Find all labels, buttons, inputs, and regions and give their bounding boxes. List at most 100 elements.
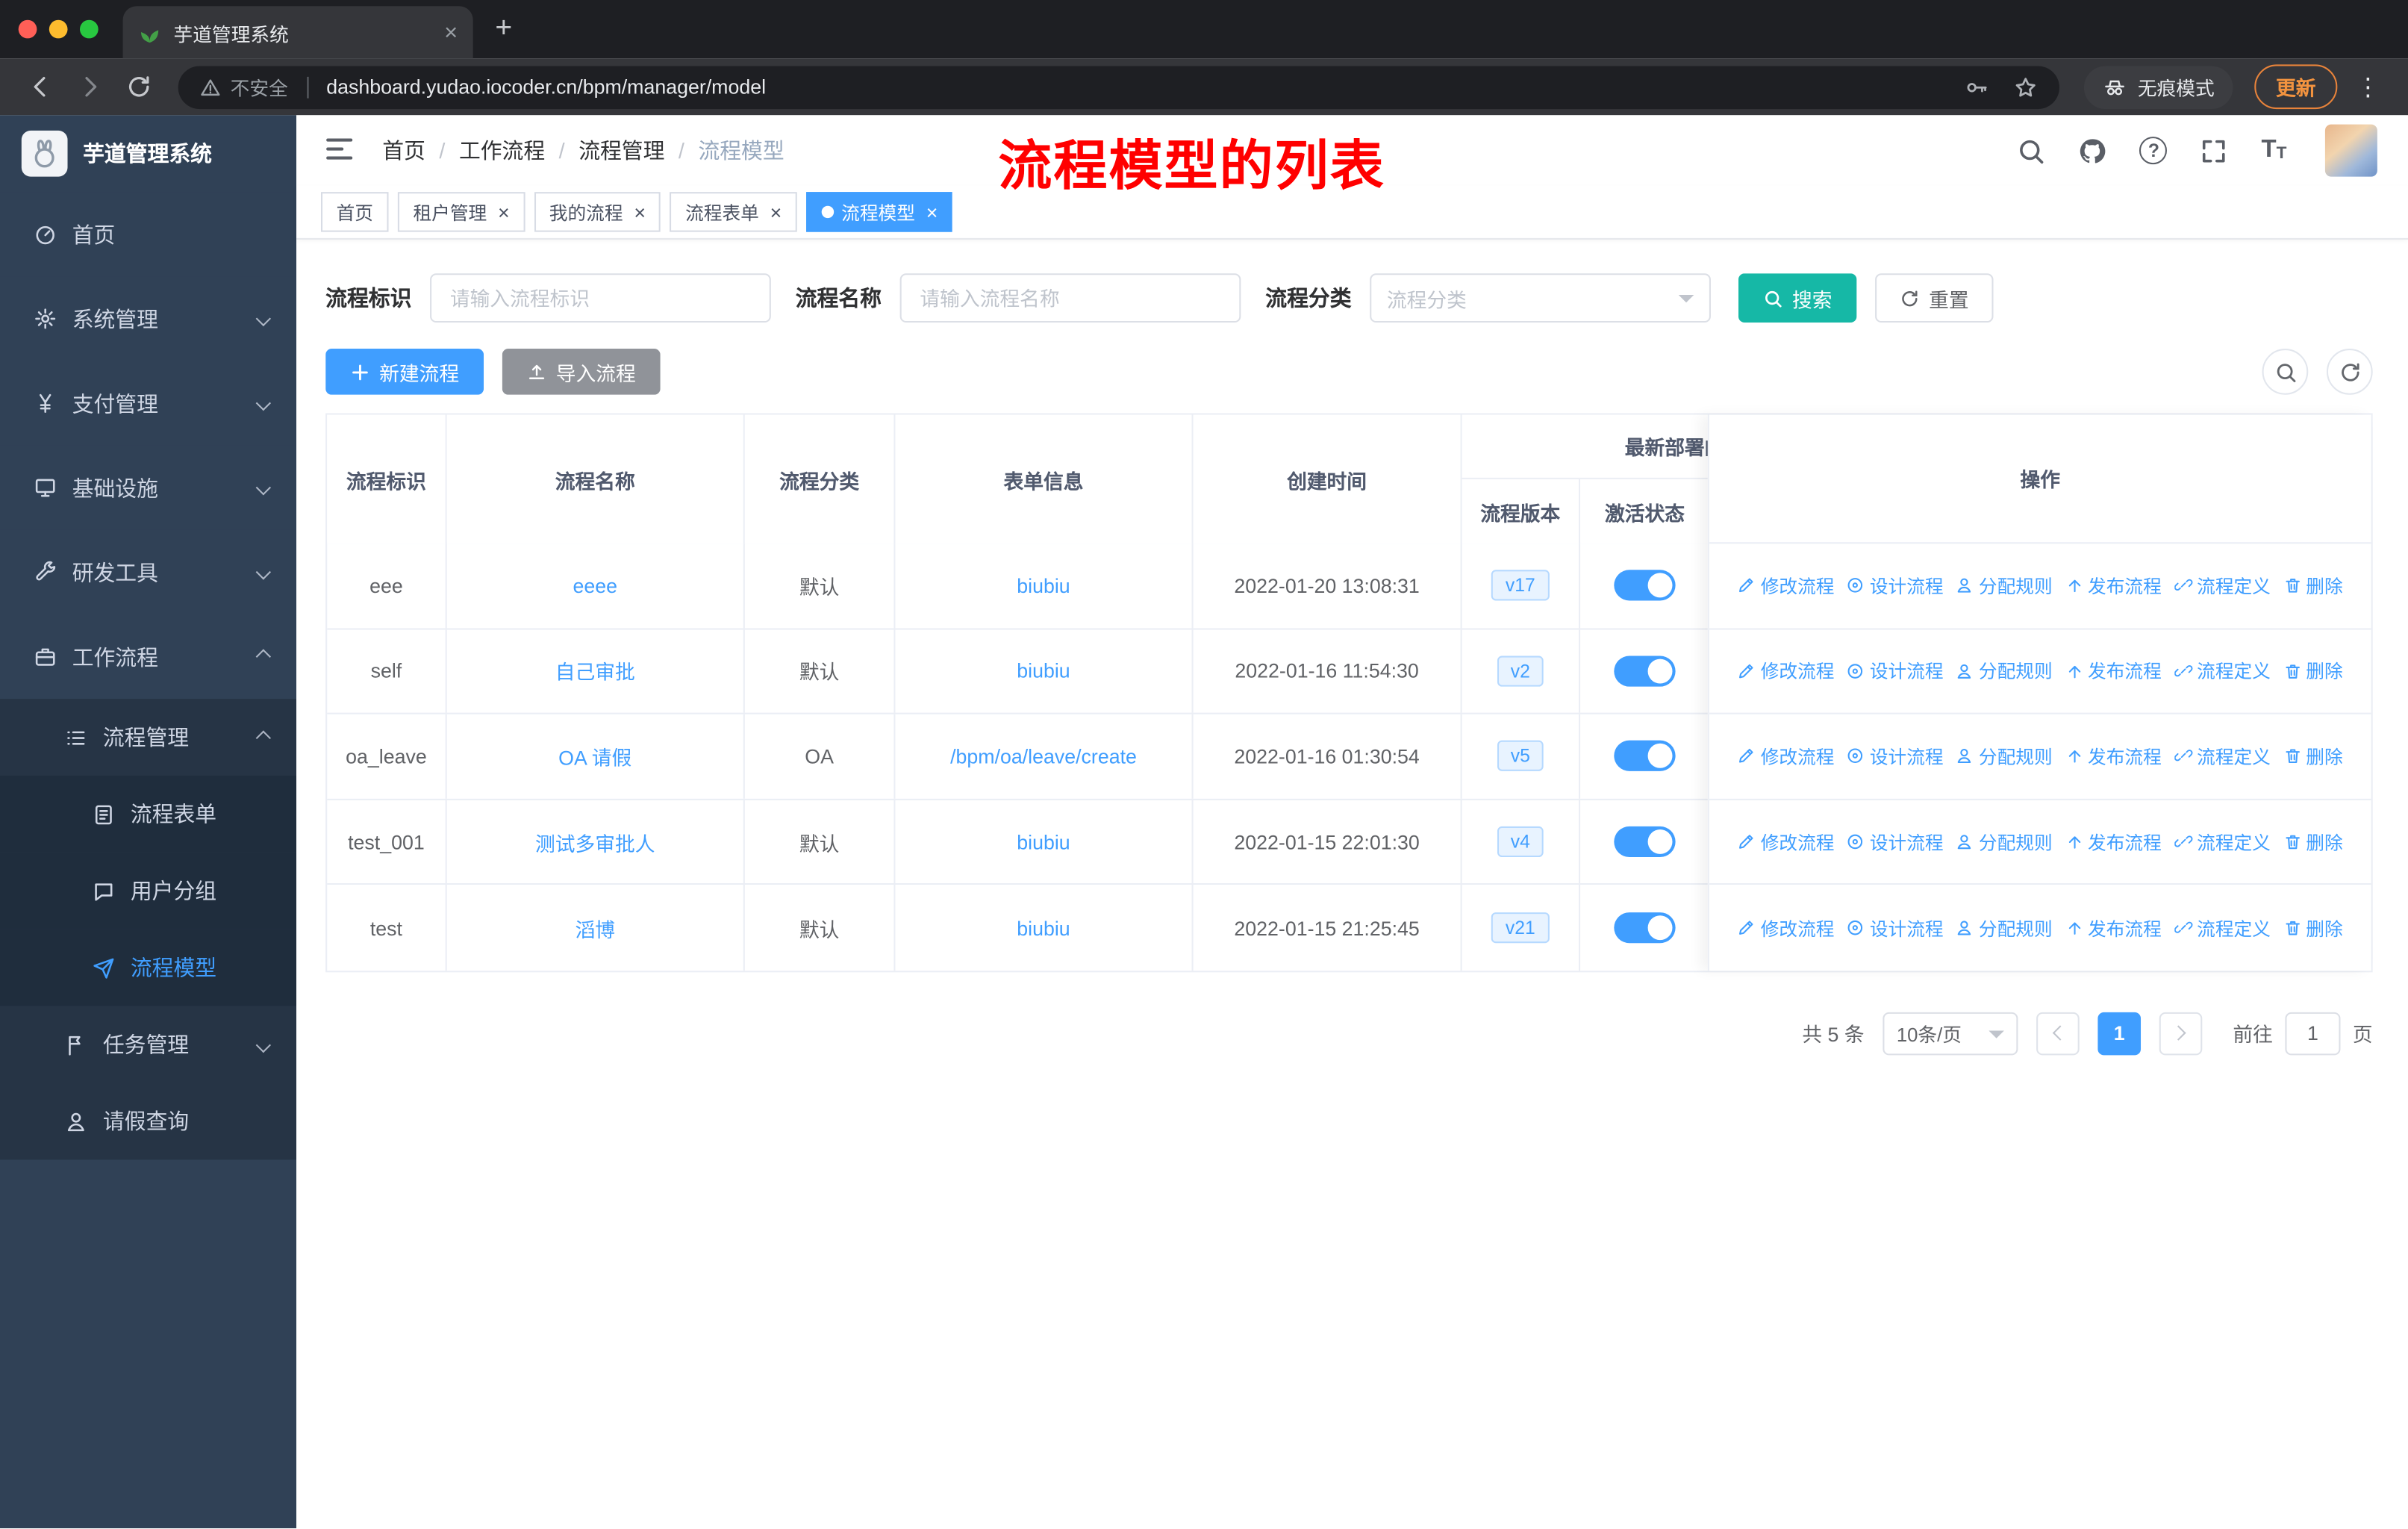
delete-row-link[interactable]: 删除	[2283, 573, 2343, 599]
form-info-link[interactable]: /bpm/oa/leave/create	[950, 745, 1137, 768]
design-process-link[interactable]: 设计流程	[1847, 744, 1944, 770]
sidebar-item-dev-tools[interactable]: 研发工具	[0, 529, 297, 614]
assign-rule-link[interactable]: 分配规则	[1956, 915, 2053, 941]
modify-process-link[interactable]: 修改流程	[1738, 658, 1835, 684]
active-toggle[interactable]	[1614, 570, 1676, 602]
modify-process-link[interactable]: 修改流程	[1738, 915, 1835, 941]
design-process-link[interactable]: 设计流程	[1847, 658, 1944, 684]
help-icon[interactable]: ?	[2139, 137, 2168, 165]
process-definition-link[interactable]: 流程定义	[2174, 658, 2271, 684]
form-info-link[interactable]: biubiu	[1017, 659, 1070, 682]
form-info-link[interactable]: biubiu	[1017, 574, 1070, 597]
process-name-link[interactable]: OA 请假	[558, 742, 631, 771]
delete-row-link[interactable]: 删除	[2283, 658, 2343, 684]
process-name-link[interactable]: 自己审批	[555, 656, 635, 685]
browser-menu-icon[interactable]: ⋮	[2344, 72, 2390, 102]
process-definition-link[interactable]: 流程定义	[2174, 573, 2271, 599]
key-icon[interactable]	[1964, 75, 1989, 99]
toggle-search-button[interactable]	[2262, 349, 2309, 395]
delete-row-link[interactable]: 删除	[2283, 829, 2343, 855]
reset-button[interactable]: 重置	[1875, 273, 1994, 323]
address-bar[interactable]: 不安全 dashboard.yudao.iocoder.cn/bpm/manag…	[178, 65, 2059, 109]
browser-update-button[interactable]: 更新	[2254, 64, 2338, 110]
sidebar-item-workflow[interactable]: 工作流程	[0, 614, 297, 700]
publish-process-link[interactable]: 发布流程	[2065, 829, 2162, 855]
close-icon[interactable]: ×	[926, 202, 938, 222]
category-select[interactable]: 流程分类	[1370, 273, 1711, 323]
close-icon[interactable]: ×	[770, 202, 782, 222]
sidebar-item-process-form[interactable]: 流程表单	[0, 775, 297, 853]
publish-process-link[interactable]: 发布流程	[2065, 744, 2162, 770]
process-definition-link[interactable]: 流程定义	[2174, 829, 2271, 855]
goto-page-input[interactable]	[2285, 1012, 2341, 1056]
process-definition-link[interactable]: 流程定义	[2174, 915, 2271, 941]
search-button[interactable]: 搜索	[1738, 273, 1857, 323]
back-button[interactable]	[19, 65, 62, 108]
design-process-link[interactable]: 设计流程	[1847, 915, 1944, 941]
tag-view-3[interactable]: 流程表单 ×	[670, 192, 797, 232]
user-avatar[interactable]	[2324, 124, 2377, 177]
design-process-link[interactable]: 设计流程	[1847, 573, 1944, 599]
font-size-icon[interactable]: TT	[2261, 137, 2286, 163]
sidebar-item-system-mgmt[interactable]: 系统管理	[0, 276, 297, 361]
refresh-table-button[interactable]	[2326, 349, 2373, 395]
minimize-window-button[interactable]	[49, 19, 68, 39]
prev-page-button[interactable]	[2036, 1012, 2080, 1056]
github-icon[interactable]	[2079, 136, 2108, 165]
active-toggle[interactable]	[1614, 741, 1676, 772]
publish-process-link[interactable]: 发布流程	[2065, 573, 2162, 599]
breadcrumb-item[interactable]: 流程管理	[578, 135, 664, 166]
create-process-button[interactable]: 新建流程	[325, 349, 484, 395]
reload-button[interactable]	[116, 65, 160, 108]
process-name-link[interactable]: 滔博	[575, 913, 615, 942]
design-process-link[interactable]: 设计流程	[1847, 829, 1944, 855]
breadcrumb-item[interactable]: 工作流程	[459, 135, 545, 166]
tag-view-4[interactable]: 流程模型 ×	[805, 192, 953, 232]
process-definition-link[interactable]: 流程定义	[2174, 744, 2271, 770]
sidebar-item-payment-mgmt[interactable]: 支付管理	[0, 361, 297, 446]
sidebar-item-home[interactable]: 首页	[0, 192, 297, 277]
current-page[interactable]: 1	[2097, 1012, 2141, 1056]
tag-view-1[interactable]: 租户管理 ×	[397, 192, 525, 232]
zoom-window-button[interactable]	[79, 19, 99, 39]
forward-button[interactable]	[68, 65, 111, 108]
sidebar-item-infrastructure[interactable]: 基础设施	[0, 445, 297, 530]
assign-rule-link[interactable]: 分配规则	[1956, 744, 2053, 770]
search-icon[interactable]	[2017, 136, 2046, 165]
sidebar-item-leave-query[interactable]: 请假查询	[0, 1083, 297, 1160]
close-window-button[interactable]	[18, 19, 37, 39]
breadcrumb-item[interactable]: 首页	[382, 135, 425, 166]
app-logo[interactable]: 芋道管理系统	[0, 115, 296, 192]
tag-view-0[interactable]: 首页	[320, 192, 389, 232]
tab-close-icon[interactable]: ×	[444, 21, 458, 44]
new-tab-button[interactable]: +	[482, 7, 525, 51]
url-text[interactable]: dashboard.yudao.iocoder.cn/bpm/manager/m…	[326, 75, 766, 99]
sidebar-item-process-mgmt[interactable]: 流程管理	[0, 699, 297, 776]
assign-rule-link[interactable]: 分配规则	[1956, 573, 2053, 599]
fullscreen-icon[interactable]	[2200, 136, 2229, 165]
sidebar-item-user-group[interactable]: 用户分组	[0, 852, 297, 929]
browser-tab[interactable]: 芋道管理系统 ×	[122, 6, 473, 59]
close-icon[interactable]: ×	[498, 202, 510, 222]
process-name-input[interactable]	[899, 273, 1241, 323]
form-info-link[interactable]: biubiu	[1017, 917, 1070, 940]
tag-view-2[interactable]: 我的流程 ×	[534, 192, 661, 232]
active-toggle[interactable]	[1614, 655, 1676, 687]
security-warning[interactable]: 不安全	[199, 72, 288, 102]
assign-rule-link[interactable]: 分配规则	[1956, 829, 2053, 855]
close-icon[interactable]: ×	[634, 202, 646, 222]
process-name-link[interactable]: 测试多审批人	[535, 827, 655, 856]
import-process-button[interactable]: 导入流程	[502, 349, 661, 395]
publish-process-link[interactable]: 发布流程	[2065, 658, 2162, 684]
delete-row-link[interactable]: 删除	[2283, 744, 2343, 770]
next-page-button[interactable]	[2159, 1012, 2203, 1056]
modify-process-link[interactable]: 修改流程	[1738, 573, 1835, 599]
publish-process-link[interactable]: 发布流程	[2065, 915, 2162, 941]
active-toggle[interactable]	[1614, 912, 1676, 944]
modify-process-link[interactable]: 修改流程	[1738, 829, 1835, 855]
page-size-select[interactable]: 10条/页	[1883, 1012, 2018, 1056]
process-name-link[interactable]: eeee	[573, 574, 617, 597]
delete-row-link[interactable]: 删除	[2283, 915, 2343, 941]
active-toggle[interactable]	[1614, 826, 1676, 858]
form-info-link[interactable]: biubiu	[1017, 830, 1070, 853]
